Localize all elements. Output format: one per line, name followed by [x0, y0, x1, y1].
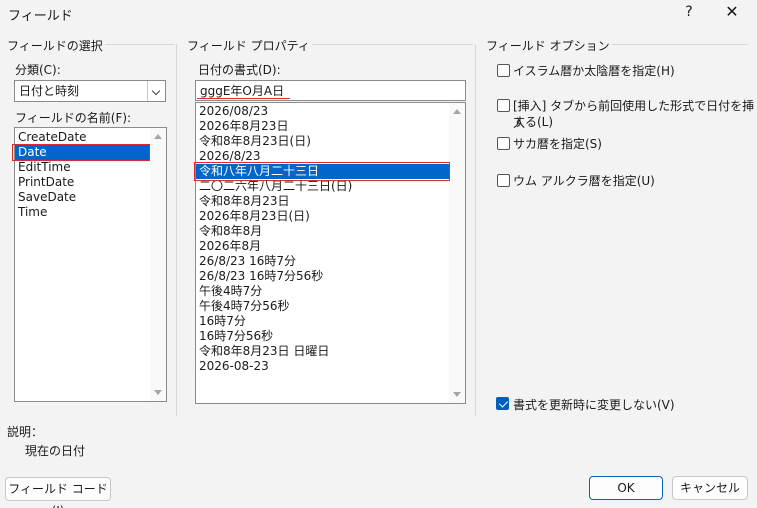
- list-item[interactable]: 二〇二六年八月二十三日(日): [196, 179, 449, 194]
- list-item[interactable]: 令和8年8月23日 日曜日: [196, 344, 449, 359]
- help-button[interactable]: ?: [682, 4, 696, 20]
- hijri-checkbox[interactable]: [497, 64, 510, 77]
- date-format-label: 日付の書式(D):: [198, 63, 281, 77]
- list-item[interactable]: 2026年8月: [196, 239, 449, 254]
- list-item[interactable]: 2026-08-23: [196, 359, 449, 374]
- chevron-down-icon[interactable]: [147, 81, 165, 101]
- field-names-label: フィールドの名前(F):: [15, 111, 132, 125]
- hijri-label: イスラム暦か太陰暦を指定(H): [513, 64, 675, 78]
- scroll-down-icon[interactable]: [453, 392, 461, 397]
- insert-last-format-label-line2: する(L): [513, 115, 554, 129]
- field-names-scrollbar[interactable]: [150, 128, 166, 401]
- list-item[interactable]: 2026年8月23日: [196, 119, 449, 134]
- cancel-button[interactable]: キャンセル: [672, 476, 748, 500]
- list-item[interactable]: 16時7分56秒: [196, 329, 449, 344]
- category-value: 日付と時刻: [19, 84, 80, 98]
- list-item[interactable]: 午後4時7分: [196, 284, 449, 299]
- list-item[interactable]: 26/8/23 16時7分: [196, 254, 449, 269]
- list-item[interactable]: 16時7分: [196, 314, 449, 329]
- umm-al-qura-label: ウム アルクラ暦を指定(U): [513, 174, 655, 188]
- scroll-down-icon[interactable]: [154, 390, 162, 395]
- list-item[interactable]: 令和8年8月: [196, 224, 449, 239]
- description-text: 現在の日付: [25, 444, 86, 458]
- preserve-format-label: 書式を更新時に変更しない(V): [513, 398, 675, 412]
- list-item[interactable]: 午後4時7分56秒: [196, 299, 449, 314]
- close-button[interactable]: ✕: [723, 2, 741, 21]
- field-options-group-label: フィールド オプション: [484, 37, 612, 54]
- separator-left: [176, 44, 177, 416]
- format-underline-annotation: [197, 98, 290, 100]
- preserve-format-checkbox[interactable]: [496, 397, 509, 410]
- list-item[interactable]: 26/8/23 16時7分56秒: [196, 269, 449, 284]
- group-line-middle: [284, 44, 473, 45]
- field-selection-group-label: フィールドの選択: [5, 37, 105, 54]
- list-item[interactable]: EditTime: [15, 160, 151, 175]
- date-formats-scrollbar[interactable]: [449, 103, 465, 403]
- field-names-list[interactable]: CreateDate Date EditTime PrintDate SaveD…: [14, 127, 167, 402]
- date-formats-list[interactable]: 2026/08/23 2026年8月23日 令和8年8月23日(日) 2026/…: [195, 102, 466, 404]
- dialog-title: フィールド: [8, 9, 73, 24]
- saka-label: サカ暦を指定(S): [513, 137, 602, 151]
- list-item[interactable]: 2026/08/23: [196, 104, 449, 119]
- field-codes-button[interactable]: フィールド コード(I): [5, 477, 111, 508]
- category-dropdown[interactable]: 日付と時刻: [14, 80, 166, 102]
- description-label: 説明：: [7, 425, 44, 439]
- list-item[interactable]: 令和8年8月23日: [196, 194, 449, 209]
- field-properties-group-label: フィールド プロパティ: [185, 37, 312, 54]
- separator-right: [475, 44, 476, 416]
- selected-format-highlight-annotation: [194, 162, 450, 181]
- list-item[interactable]: 令和8年8月23日(日): [196, 134, 449, 149]
- category-label: 分類(C):: [15, 63, 61, 77]
- list-item[interactable]: 2026年8月23日(日): [196, 209, 449, 224]
- list-item[interactable]: Time: [15, 205, 151, 220]
- scroll-up-icon[interactable]: [154, 134, 162, 139]
- ok-button[interactable]: OK: [589, 476, 663, 500]
- saka-checkbox[interactable]: [497, 137, 510, 150]
- date-highlight-annotation: [12, 144, 150, 161]
- insert-last-format-checkbox[interactable]: [497, 99, 510, 112]
- list-item[interactable]: SaveDate: [15, 190, 151, 205]
- scroll-up-icon[interactable]: [453, 109, 461, 114]
- umm-al-qura-checkbox[interactable]: [497, 174, 510, 187]
- list-item[interactable]: PrintDate: [15, 175, 151, 190]
- list-item[interactable]: CreateDate: [15, 130, 151, 145]
